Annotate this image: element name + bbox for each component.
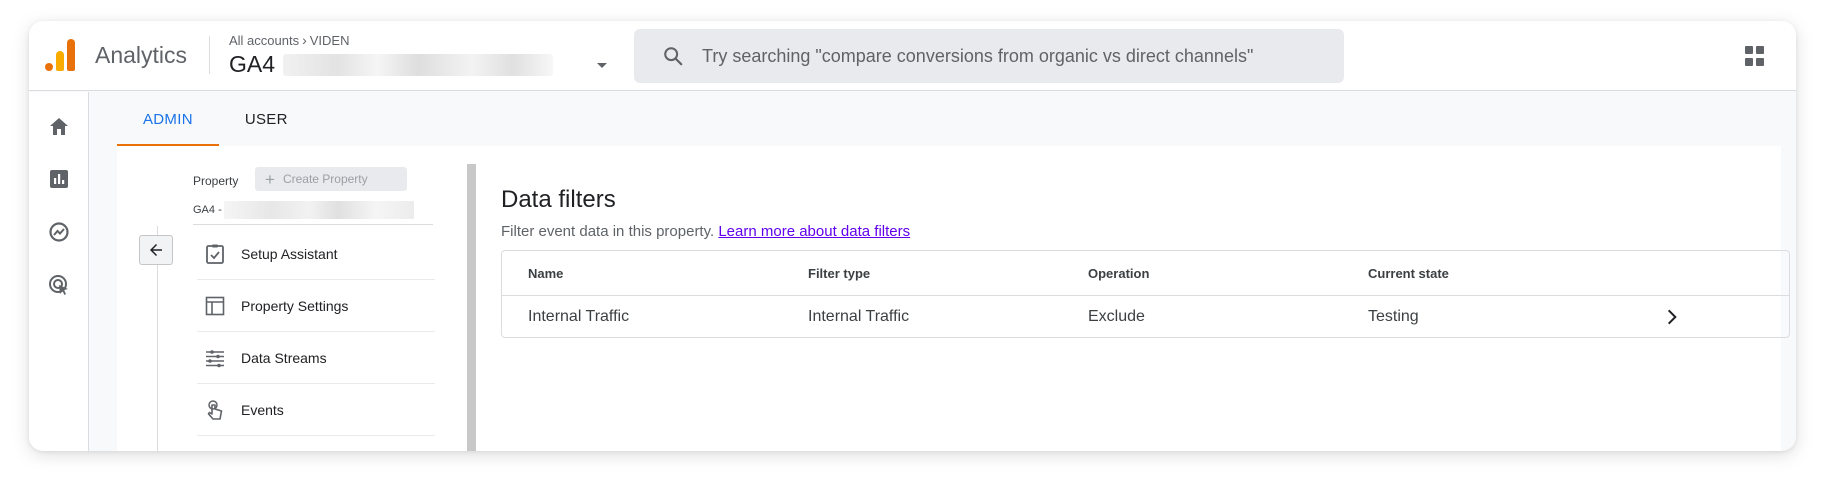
nav-item-label: Events — [241, 401, 284, 418]
data-filters-table: Name Filter type Operation Current state… — [501, 250, 1790, 338]
property-name-prefix: GA4 - — [193, 204, 222, 216]
app-name: Analytics — [95, 42, 188, 68]
cell-current-state: Testing — [1368, 307, 1419, 325]
home-icon[interactable] — [47, 115, 71, 139]
column-header-current-state[interactable]: Current state — [1368, 251, 1449, 295]
nav-item-setup-assistant[interactable]: Setup Assistant — [197, 228, 435, 280]
property-title: GA4 — [229, 51, 276, 77]
chevron-right-icon: › — [302, 32, 307, 48]
layout-icon — [205, 296, 225, 315]
cell-filter-type: Internal Traffic — [808, 307, 910, 325]
search-bar[interactable]: Try searching "compare conversions from … — [634, 29, 1344, 83]
analytics-logo-icon[interactable] — [45, 39, 75, 71]
learn-more-link[interactable]: Learn more about data filters — [718, 223, 910, 240]
redacted-property-name-small — [223, 201, 414, 219]
header-divider — [209, 36, 210, 74]
nav-item-property-settings[interactable]: Property Settings — [197, 280, 435, 332]
tab-admin[interactable]: ADMIN — [117, 92, 219, 146]
nav-item-label: Data Streams — [241, 349, 327, 366]
arrow-left-icon — [150, 244, 162, 256]
search-icon — [664, 47, 683, 66]
property-label: Property — [193, 174, 239, 188]
analytics-window: Analytics All accounts › VIDEN GA4 Try s… — [29, 21, 1796, 451]
redacted-property-name — [283, 53, 554, 76]
touch-icon — [207, 399, 223, 420]
create-property-button[interactable]: + Create Property — [255, 167, 407, 191]
advertising-icon[interactable] — [47, 273, 71, 297]
admin-user-tabs: ADMIN USER — [117, 92, 314, 146]
back-button[interactable] — [139, 235, 173, 265]
caret-down-icon[interactable] — [597, 63, 607, 68]
left-nav-rail — [29, 92, 89, 451]
breadcrumb[interactable]: All accounts › VIDEN — [229, 32, 350, 48]
column-header-operation[interactable]: Operation — [1088, 251, 1149, 295]
cell-operation: Exclude — [1088, 307, 1145, 325]
chevron-right-icon[interactable] — [1662, 307, 1682, 327]
streams-icon — [206, 349, 224, 367]
nav-item-data-streams[interactable]: Data Streams — [197, 332, 435, 384]
create-property-label: Create Property — [282, 172, 368, 186]
column-header-name[interactable]: Name — [528, 251, 563, 295]
top-app-bar: Analytics All accounts › VIDEN GA4 Try s… — [29, 21, 1796, 91]
plus-icon: + — [265, 169, 275, 189]
table-header-row: Name Filter type Operation Current state — [502, 251, 1789, 296]
breadcrumb-root[interactable]: All accounts — [229, 33, 299, 48]
cell-name: Internal Traffic — [528, 307, 630, 325]
page-title: Data filters — [501, 186, 616, 213]
column-scrollbar[interactable] — [467, 164, 476, 451]
description-text: Filter event data in this property. — [501, 223, 715, 240]
nav-item-events[interactable]: Events — [197, 384, 435, 436]
page-description: Filter event data in this property. Lear… — [501, 223, 910, 240]
property-name-selector[interactable]: GA4 - — [193, 201, 414, 219]
property-underline — [193, 224, 433, 225]
property-nav-list: Setup Assistant Property Settings Data S… — [197, 228, 435, 436]
search-placeholder[interactable]: Try searching "compare conversions from … — [702, 46, 1253, 67]
apps-grid-icon[interactable] — [1745, 46, 1765, 66]
property-selector[interactable]: GA4 — [229, 51, 554, 78]
explore-icon[interactable] — [47, 220, 71, 244]
column-header-filter-type[interactable]: Filter type — [808, 251, 870, 295]
table-row[interactable]: Internal Traffic Internal Traffic Exclud… — [502, 296, 1789, 337]
clipboard-check-icon — [206, 244, 224, 264]
nav-item-label: Setup Assistant — [241, 245, 338, 262]
breadcrumb-account[interactable]: VIDEN — [310, 33, 350, 48]
admin-content-panel: Property + Create Property GA4 - Setup A… — [117, 146, 1790, 451]
tab-user[interactable]: USER — [219, 92, 314, 146]
nav-item-label: Property Settings — [241, 297, 349, 314]
reports-icon[interactable] — [47, 167, 71, 191]
